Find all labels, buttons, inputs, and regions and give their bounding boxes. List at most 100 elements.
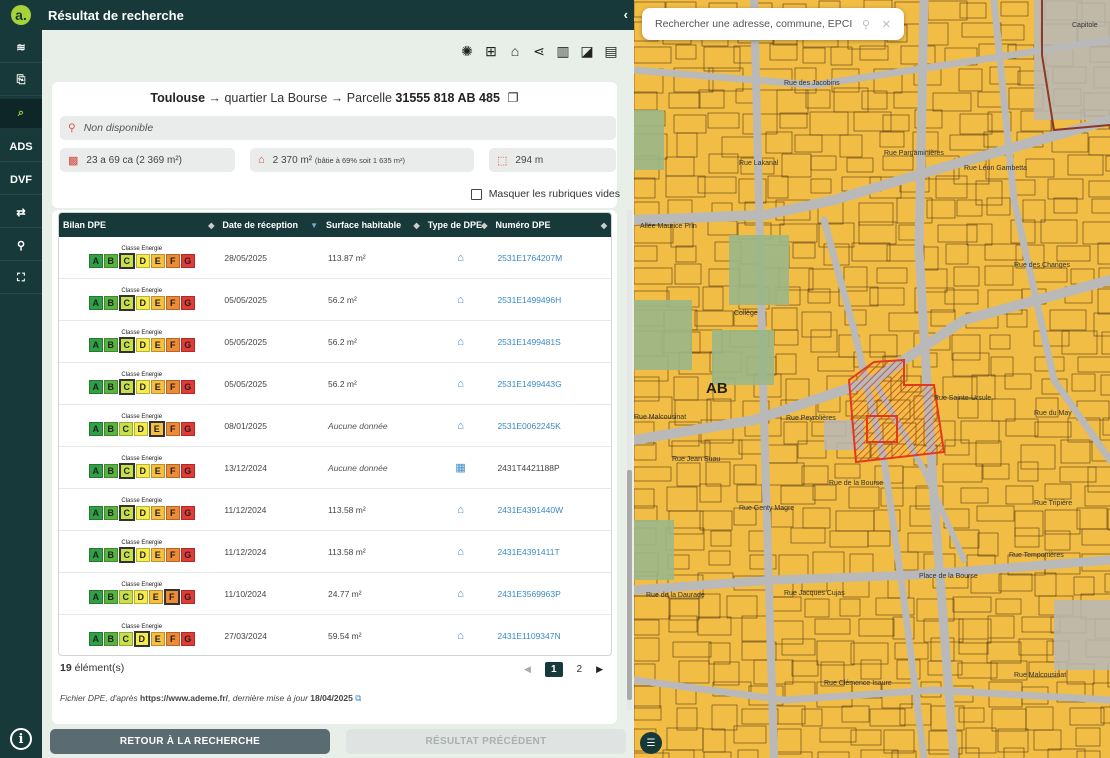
energy-class-label: Classe Energie: [121, 456, 163, 462]
dpe-number[interactable]: 2431E4391411T: [491, 547, 611, 557]
external-link-icon[interactable]: ⧉: [355, 693, 361, 703]
address-value: Non disponible: [83, 122, 154, 134]
dpe-number[interactable]: 2431E1109347N: [491, 631, 611, 641]
search-input[interactable]: Rechercher une adresse, commune, EPCI: [655, 18, 852, 30]
clear-icon[interactable]: ✕: [882, 18, 891, 31]
share-icon[interactable]: ⋖: [530, 42, 548, 60]
page-1[interactable]: 1: [544, 662, 563, 677]
table-row[interactable]: Classe Energie A B C D E F G 11/12/2024 113.58 m²…: [59, 489, 611, 531]
table-row[interactable]: Classe Energie A B C D E F G 05/05/2025 56.2 m² ⌂ 2…: [59, 363, 611, 405]
street-label: Rue Genty Magre: [739, 505, 795, 512]
dpe-number[interactable]: 2531E1499481S: [491, 337, 611, 347]
col-date-reception[interactable]: Date de réception ▼: [218, 213, 322, 237]
mask-empty-toggle[interactable]: Masquer les rubriques vides: [470, 188, 620, 200]
address-search[interactable]: Rechercher une adresse, commune, EPCI ⚲ …: [642, 8, 904, 40]
energy-letter-f: F: [163, 589, 180, 605]
next-page-icon[interactable]: ▶: [596, 664, 603, 675]
city-name: Toulouse: [150, 91, 206, 105]
rail-ads[interactable]: ADS: [0, 132, 42, 162]
dwelling-type-icon: ⌂: [457, 251, 464, 264]
rail-clipboard[interactable]: ⎘: [0, 66, 42, 96]
map-view[interactable]: Capitole Rue des Jacobins Allée Maurice Pr…: [634, 0, 1110, 758]
area-icon: ▩: [68, 154, 79, 167]
energy-letter-g: G: [180, 254, 195, 268]
color-wheel-icon[interactable]: ✺: [458, 42, 476, 60]
copy-icon[interactable]: ❐: [507, 91, 518, 105]
col-numero-dpe[interactable]: Numéro DPE ◆: [491, 213, 611, 237]
sort-icon[interactable]: ◆: [208, 221, 214, 230]
street-label: Rue Jean Suau: [672, 456, 721, 463]
clipboard-icon: ⎘: [16, 74, 26, 86]
building-area-icon: ⌂: [258, 154, 265, 166]
rail-exchange[interactable]: ⇄: [0, 198, 42, 228]
rail-parcel-search[interactable]: ⌕: [0, 99, 42, 129]
energy-letter-d: D: [135, 506, 150, 520]
collapse-panel-icon[interactable]: ‹: [624, 7, 628, 22]
dwelling-type-icon: ⌂: [457, 293, 464, 306]
dwelling-type-icon: ⌂: [457, 587, 464, 600]
scrollbar-thumb[interactable]: [627, 470, 632, 700]
page-2[interactable]: 2: [577, 664, 583, 675]
prev-page-icon[interactable]: ◀: [524, 664, 531, 675]
add-icon[interactable]: ⊞: [482, 42, 500, 60]
table-row[interactable]: Classe Energie A B C D E F G 08/01/2025 Aucune do…: [59, 405, 611, 447]
back-to-search-button[interactable]: RETOUR À LA RECHERCHE: [50, 729, 330, 754]
table-row[interactable]: Classe Energie A B C D E F G 11/12/2024 113.58 m²…: [59, 531, 611, 573]
source-file: Fichier DPE: [60, 693, 106, 703]
dpe-number[interactable]: 2431T4421188P: [491, 463, 611, 473]
dpe-number[interactable]: 2531E1499496H: [491, 295, 611, 305]
table-row[interactable]: Classe Energie A B C D E F G 13/12/2024 Aucune do…: [59, 447, 611, 489]
app-logo[interactable]: a.: [0, 0, 42, 30]
energy-letter-e: E: [150, 548, 165, 562]
col-type-dpe[interactable]: Type de DPE ◆: [424, 213, 492, 237]
rail-fullscreen[interactable]: ⛶: [0, 264, 42, 294]
dpe-number[interactable]: 2531E1499443G: [491, 379, 611, 389]
mask-empty-checkbox[interactable]: [470, 188, 482, 200]
info-icon[interactable]: i: [10, 728, 32, 750]
location-pin-icon: ⚲: [68, 122, 76, 134]
pdf-icon[interactable]: ▤: [602, 42, 620, 60]
table-row[interactable]: Classe Energie A B C D E F G 11/10/2024 24.77 m² ⌂…: [59, 573, 611, 615]
table-row[interactable]: Classe Energie A B C D E F G 05/05/2025 56.2 m² ⌂ 2…: [59, 321, 611, 363]
compare-map-icon[interactable]: ◪: [578, 42, 596, 60]
energy-class-label: Classe Energie: [121, 288, 163, 294]
energy-letter-f: F: [165, 464, 180, 478]
col-surface[interactable]: Surface habitable ◆: [322, 213, 424, 237]
dpe-number[interactable]: 2431E4391440W: [491, 505, 611, 515]
rail-dve[interactable]: DVF: [0, 165, 42, 195]
col-bilan-dpe[interactable]: Bilan DPE ◆: [59, 213, 218, 237]
rail-layers[interactable]: ≋: [0, 33, 42, 63]
energy-letter-c: C: [118, 547, 135, 563]
dpe-number[interactable]: 2531E0062245K: [491, 421, 611, 431]
energy-letter-c: C: [118, 253, 135, 269]
parcel-reference: 31555 818 AB 485: [395, 91, 500, 105]
energy-scale: ABCDEFG: [88, 547, 195, 563]
section-label: AB: [706, 380, 728, 397]
table-header: Bilan DPE ◆ Date de réception ▼ Surface ha…: [59, 213, 611, 237]
energy-scale: ABCDEFG: [88, 589, 195, 605]
table-row[interactable]: Classe Energie A B C D E F G 05/05/2025 56.2 m² ⌂ 2…: [59, 279, 611, 321]
energy-letter-c: C: [118, 422, 133, 436]
energy-letter-e: E: [150, 338, 165, 352]
street-label: Rue de la Daurade: [646, 592, 705, 599]
count-number: 19: [60, 662, 72, 674]
panel-scrollbar[interactable]: [627, 210, 632, 710]
dpe-number[interactable]: 2531E1764207M: [491, 253, 611, 263]
map-icon[interactable]: ▥: [554, 42, 572, 60]
previous-result-button[interactable]: RÉSULTAT PRÉCÉDENT: [346, 729, 626, 754]
sort-icon[interactable]: ◆: [481, 221, 487, 230]
buildings-icon[interactable]: ⌂: [506, 42, 524, 60]
sort-desc-icon[interactable]: ▼: [310, 221, 318, 230]
rail-location-settings[interactable]: ⚲: [0, 231, 42, 261]
table-row[interactable]: Classe Energie A B C D E F G 28/05/2025 113.87 m²…: [59, 237, 611, 279]
sort-icon[interactable]: ◆: [414, 221, 420, 230]
dpe-number[interactable]: 2431E3569963P: [491, 589, 611, 599]
table-row[interactable]: Classe Energie A B C D E F G 27/03/2024 59.54 m² ⌂…: [59, 615, 611, 655]
energy-letter-d: D: [135, 464, 150, 478]
fullscreen-icon: ⛶: [17, 272, 25, 284]
legend-list-icon[interactable]: ☰: [640, 732, 662, 754]
energy-letter-a: A: [88, 506, 103, 520]
energy-letter-a: A: [88, 296, 103, 310]
sort-icon[interactable]: ◆: [601, 221, 607, 230]
search-icon[interactable]: ⚲: [862, 18, 870, 31]
